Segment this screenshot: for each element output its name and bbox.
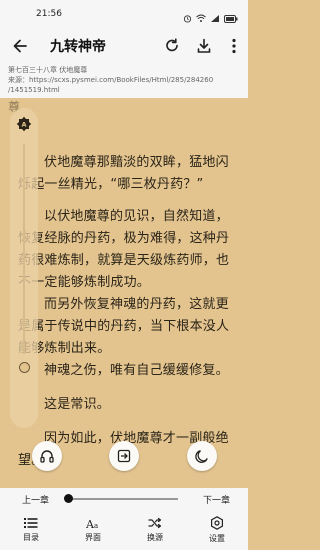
brightness-track[interactable] xyxy=(23,144,25,354)
chapter-source-info: 第七百三十八章 伏地魔尊 来源：https://scxs.pysmei.com/… xyxy=(0,62,248,98)
status-icons xyxy=(183,8,238,27)
more-icon[interactable] xyxy=(224,36,244,56)
next-chapter-button[interactable]: 下一章 xyxy=(203,493,230,506)
bottom-nav: 目录 Aa 界面 换源 设置 xyxy=(0,510,248,550)
download-icon[interactable] xyxy=(194,36,214,56)
list-icon xyxy=(24,518,38,528)
paragraph: 以伏地魔尊的见识，自然知道，恢复经脉的丹药，极为难得，这种丹药很难炼制，就算是天… xyxy=(18,209,230,290)
nav-label: 设置 xyxy=(209,534,225,543)
status-time: 21:56 xyxy=(36,9,62,19)
font-icon: Aa xyxy=(86,518,98,529)
nav-catalog[interactable]: 目录 xyxy=(0,510,62,550)
wifi-icon xyxy=(196,8,206,27)
nav-interface[interactable]: Aa 界面 xyxy=(62,510,124,550)
shuffle-icon xyxy=(148,517,162,529)
chapter-title: 第七百三十八章 伏地魔尊 xyxy=(8,66,88,74)
book-title: 九转神帝 xyxy=(50,39,106,55)
svg-text:a: a xyxy=(94,522,98,529)
svg-text:A: A xyxy=(21,121,26,129)
status-bar: 21:56 xyxy=(0,0,248,30)
prev-chapter-button[interactable]: 上一章 xyxy=(22,493,49,506)
settings-icon xyxy=(211,516,223,530)
night-mode-button[interactable] xyxy=(187,441,217,471)
brightness-slider-panel[interactable]: A xyxy=(10,108,38,428)
paragraph: 伏地魔尊那黯淡的双眸，猛地闪烁起一丝精光，“哪三枚丹药？” xyxy=(18,155,229,192)
headphones-icon xyxy=(40,450,54,463)
nav-label: 换源 xyxy=(147,533,163,542)
battery-icon xyxy=(224,8,238,27)
chapter-progress-track[interactable] xyxy=(66,498,178,500)
auto-page-button[interactable] xyxy=(109,441,139,471)
moon-icon xyxy=(195,450,208,463)
nav-settings[interactable]: 设置 xyxy=(186,510,248,550)
paragraph: 而另外恢复神魂的丹药，这就更是属于传说中的丹药，当下根本没人能够炼制出来。 xyxy=(18,297,230,356)
refresh-icon[interactable] xyxy=(162,36,182,56)
brightness-knob[interactable] xyxy=(19,362,30,373)
nav-label: 目录 xyxy=(23,533,39,542)
brightness-auto-icon[interactable]: A xyxy=(16,116,32,132)
source-url[interactable]: 来源：https://scxs.pysmei.com/BookFiles/Htm… xyxy=(8,75,240,85)
back-button[interactable] xyxy=(10,36,30,56)
auto-scroll-icon xyxy=(117,449,131,463)
signal-icon xyxy=(210,8,220,27)
chapter-nav: 上一章 下一章 xyxy=(0,488,248,510)
nav-label: 界面 xyxy=(85,533,101,542)
source-url-cont[interactable]: /1451519.html xyxy=(8,85,240,95)
chapter-progress-knob[interactable] xyxy=(63,494,73,503)
paragraph: 神魂之伤，唯有自己缓缓修复。 xyxy=(44,363,229,378)
app-bar: 九转神帝 xyxy=(0,30,248,62)
alarm-icon xyxy=(183,8,192,27)
nav-change-source[interactable]: 换源 xyxy=(124,510,186,550)
read-aloud-button[interactable] xyxy=(32,441,62,471)
paragraph: 这是常识。 xyxy=(44,397,111,412)
